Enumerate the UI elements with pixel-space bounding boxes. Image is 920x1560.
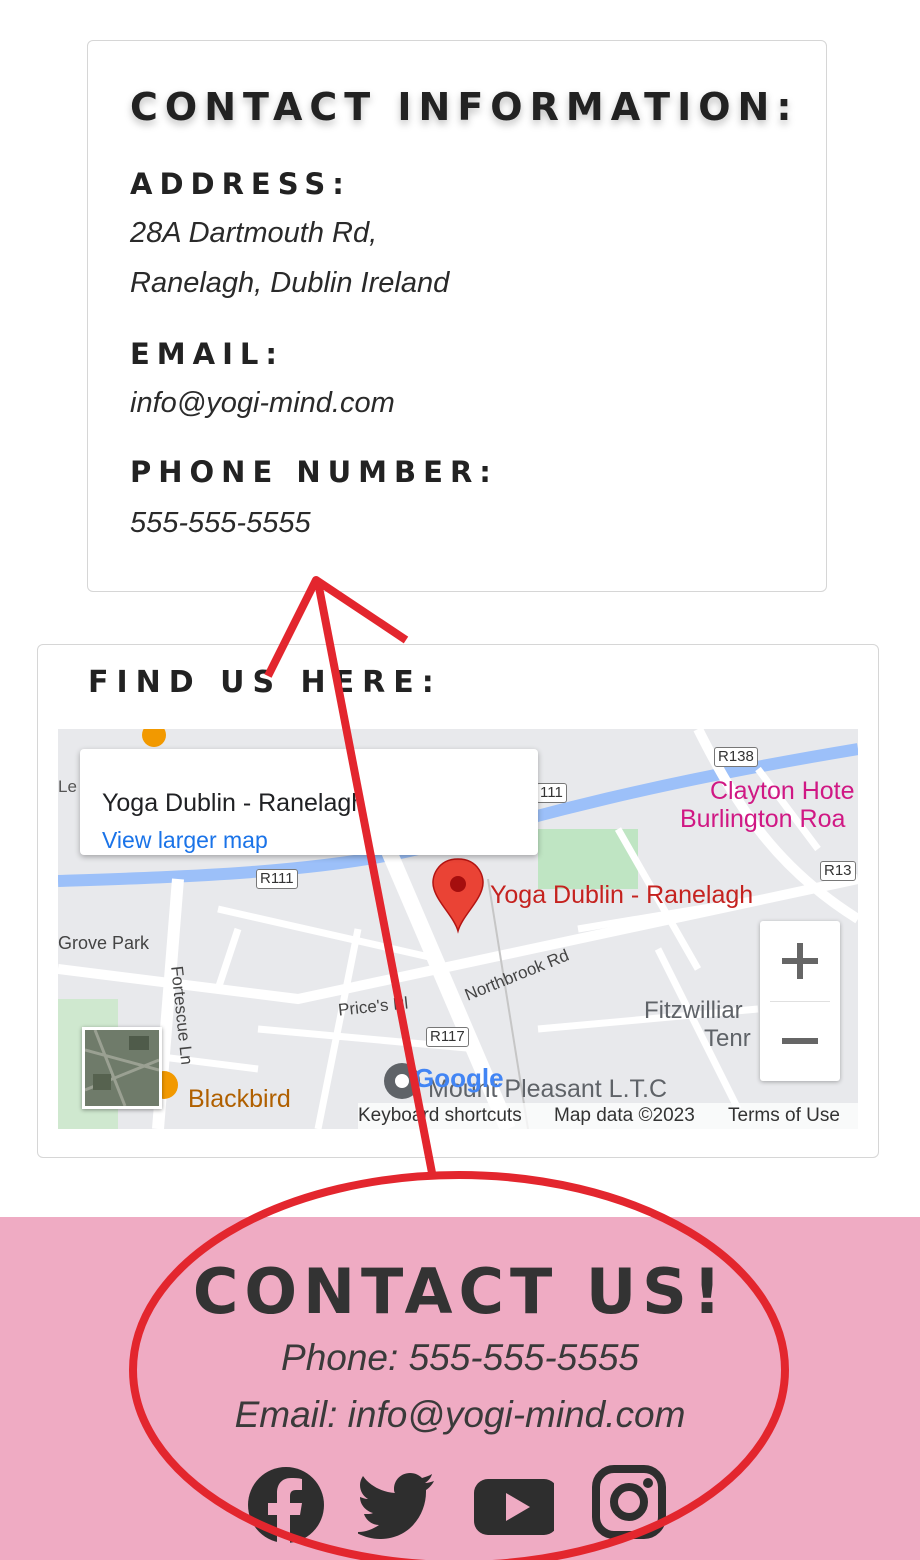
map-label-grove-park: Grove Park [58, 933, 150, 953]
minus-icon [782, 1038, 818, 1044]
contact-information-card: CONTACT INFORMATION: ADDRESS: 28A Dartmo… [87, 40, 827, 592]
contact-information-title: CONTACT INFORMATION: [130, 85, 799, 129]
map-label-clayton-hotel: Clayton Hote [710, 777, 855, 805]
footer-title: CONTACT US! [192, 1255, 728, 1328]
twitter-icon [355, 1473, 434, 1539]
satellite-view-toggle[interactable] [82, 1027, 162, 1109]
map-label-fitzwilliam: Fitzwilliar [644, 997, 743, 1024]
road-shield-r138: R138 [714, 747, 758, 767]
map-label-burlington-road: Burlington Roa [680, 805, 846, 833]
map-data-text: Map data ©2023 [554, 1105, 695, 1126]
plus-icon [782, 943, 818, 979]
facebook-link[interactable] [246, 1465, 326, 1545]
satellite-thumbnail-icon [85, 1030, 159, 1106]
youtube-link[interactable] [474, 1465, 558, 1545]
youtube-icon [474, 1479, 558, 1535]
map-attribution-bar: Keyboard shortcuts Map data ©2023 Terms … [358, 1103, 858, 1129]
pin-label: Yoga Dublin - Ranelagh [490, 881, 754, 909]
google-logo: Google [414, 1063, 504, 1093]
embedded-map[interactable]: R138 111 R111 R13 R117 Le Clayton Hote B… [58, 729, 858, 1129]
info-window-place-name: Yoga Dublin - Ranelagh [102, 789, 366, 817]
facebook-icon [248, 1467, 324, 1545]
address-line-1: 28A Dartmouth Rd, [130, 217, 378, 249]
instagram-icon [592, 1465, 666, 1539]
map-label-fitzwilliam-2: Tenr [704, 1025, 751, 1052]
map-label-blackbird: Blackbird [188, 1085, 291, 1113]
address-label: ADDRESS: [130, 167, 351, 201]
map-label-left-edge: Le [58, 777, 77, 796]
footer-email: Email: info@yogi-mind.com [234, 1394, 686, 1435]
phone-label: PHONE NUMBER: [130, 455, 498, 489]
find-us-card: FIND US HERE: R138 111 R111 R13 R117 Le … [37, 644, 879, 1158]
twitter-link[interactable] [355, 1465, 438, 1545]
road-shield-r111-top: 111 [536, 783, 567, 803]
email-value: info@yogi-mind.com [130, 387, 395, 419]
find-us-title: FIND US HERE: [88, 665, 442, 700]
map-info-window: Yoga Dublin - Ranelagh View larger map [80, 749, 538, 855]
road-shield-r117: R117 [426, 1027, 469, 1047]
road-shield-r138-right: R13 [820, 861, 856, 881]
phone-value: 555-555-5555 [130, 507, 311, 539]
address-line-2: Ranelagh, Dublin Ireland [130, 267, 450, 299]
footer-phone: Phone: 555-555-5555 [281, 1337, 639, 1378]
zoom-out-button[interactable] [760, 1001, 840, 1081]
footer: CONTACT US! Phone: 555-555-5555 Email: i… [0, 1217, 920, 1560]
instagram-link[interactable] [592, 1465, 672, 1545]
view-larger-map-link[interactable]: View larger map [102, 827, 268, 854]
road-shield-r111: R111 [256, 869, 298, 889]
zoom-in-button[interactable] [760, 921, 840, 1001]
keyboard-shortcuts-link[interactable]: Keyboard shortcuts [358, 1105, 522, 1127]
terms-of-use-link[interactable]: Terms of Use [728, 1105, 840, 1127]
email-label: EMAIL: [130, 337, 284, 371]
zoom-controls [760, 921, 840, 1081]
